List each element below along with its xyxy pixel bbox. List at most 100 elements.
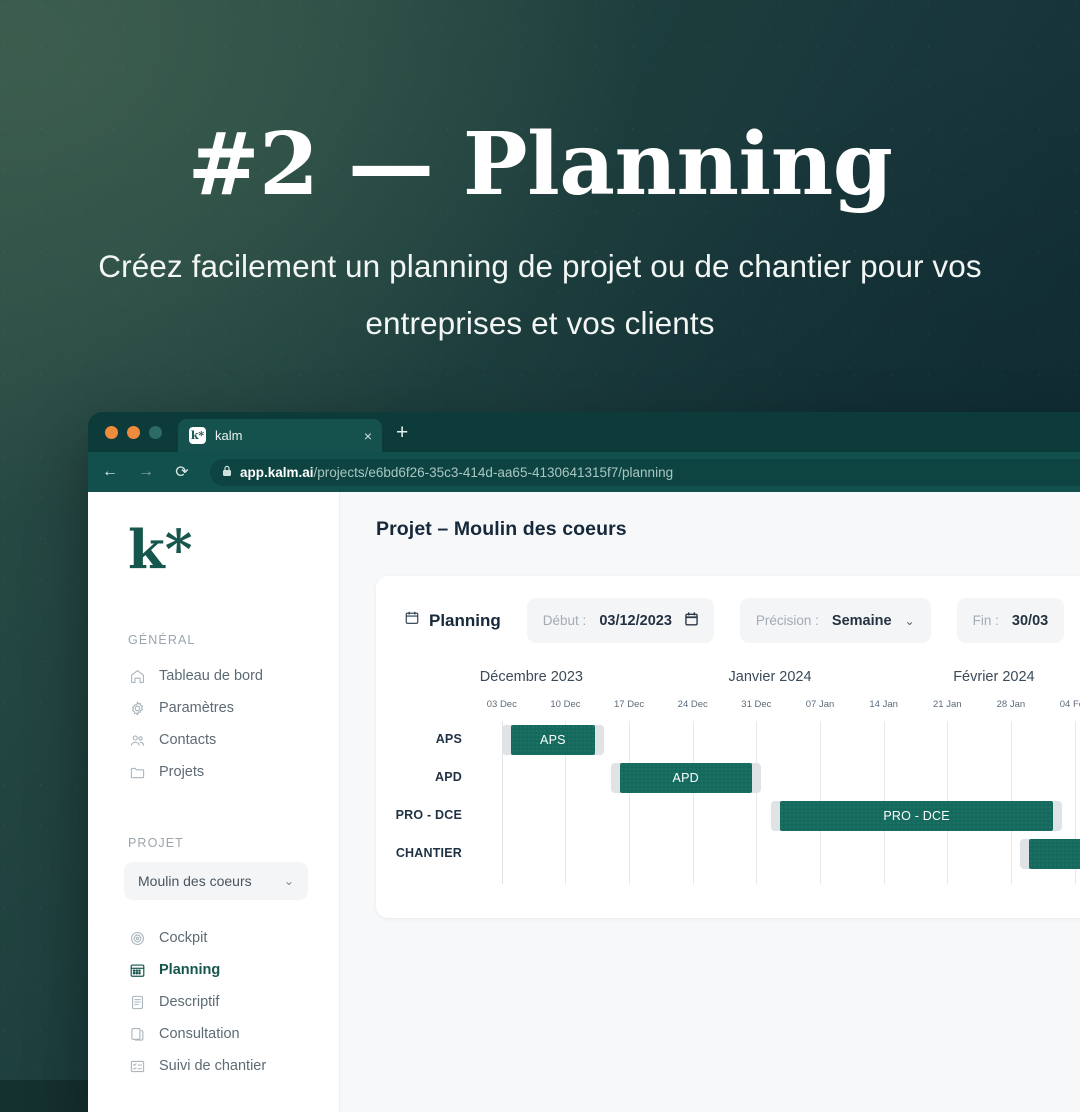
calendar-grid-icon: [128, 961, 146, 979]
planning-card: Planning Début : 03/12/2023 Précision: …: [376, 576, 1080, 918]
start-date-field[interactable]: Début : 03/12/2023: [526, 598, 714, 643]
sidebar-item-projets[interactable]: Projets: [88, 756, 339, 788]
forward-icon[interactable]: →: [136, 463, 156, 481]
sidebar-section-projet-label: PROJET: [128, 836, 184, 850]
page-subheadline: Créez facilement un planning de projet o…: [98, 248, 982, 341]
gantt-row-pro-dce: PRO - DCE PRO - DCE: [376, 797, 1080, 835]
gantt-tick: 04 Feb: [1059, 699, 1080, 710]
close-icon[interactable]: ×: [364, 429, 372, 443]
gantt-month-header: Décembre 2023 Janvier 2024 Février 2024: [376, 669, 1080, 693]
sidebar-item-consultation[interactable]: Consultation: [88, 1018, 339, 1050]
gantt-tick: 31 Dec: [741, 699, 772, 710]
sidebar-item-planning[interactable]: Planning: [88, 954, 339, 986]
sidebar-item-label: Consultation: [159, 1026, 240, 1042]
card-title: Planning: [404, 610, 501, 631]
sidebar-project-list: Cockpit Planning Descriptif Consultation…: [88, 922, 339, 1082]
gantt-bar[interactable]: PRO - DCE: [780, 801, 1053, 831]
checklist-icon: [128, 1057, 146, 1075]
url-text: app.kalm.ai/projects/e6bd6f26-35c3-414d-…: [240, 465, 673, 480]
gantt-row-chantier: CHANTIER: [376, 835, 1080, 873]
gantt-row-apd: APD APD: [376, 759, 1080, 797]
browser-tab-kalm[interactable]: k* kalm ×: [178, 419, 382, 452]
start-date-value: 03/12/2023: [599, 612, 672, 629]
gantt-rows: APS APS APD APD PRO - DCE PRO - DCE CHAN…: [376, 721, 1080, 884]
chevron-down-icon: ⌄: [283, 874, 294, 888]
gantt-row-label: APD: [435, 770, 462, 784]
gantt-bar-handle[interactable]: APD: [610, 763, 761, 793]
gantt-bar[interactable]: APD: [619, 763, 753, 793]
gantt-row-label: PRO - DCE: [395, 808, 462, 822]
gantt-row-label: CHANTIER: [395, 846, 462, 860]
favicon-icon: k*: [189, 427, 206, 444]
sidebar-item-label: Tableau de bord: [159, 668, 263, 684]
gantt-row-aps: APS APS: [376, 721, 1080, 759]
url-domain: app.kalm.ai: [240, 464, 314, 480]
gantt-bar-handle[interactable]: [1019, 839, 1080, 869]
sidebar-item-contacts[interactable]: Contacts: [88, 724, 339, 756]
sidebar-item-label: Planning: [159, 962, 221, 978]
url-path: /projects/e6bd6f26-35c3-414d-aa65-413064…: [313, 464, 674, 480]
page-title: Projet – Moulin des coeurs: [376, 518, 627, 540]
sidebar-item-descriptif[interactable]: Descriptif: [88, 986, 339, 1018]
sidebar-item-label: Contacts: [159, 732, 217, 748]
new-tab-button[interactable]: +: [396, 421, 408, 445]
gantt-bar[interactable]: APS: [510, 725, 596, 755]
gantt-tick: 07 Jan: [805, 699, 835, 710]
page-headline: #2 — Planning: [187, 114, 893, 215]
precision-value: Semaine: [831, 612, 892, 629]
maximize-window-button[interactable]: [149, 426, 162, 439]
gantt-week-header: 03 Dec 10 Dec 17 Dec 24 Dec 31 Dec 07 Ja…: [376, 693, 1080, 719]
gantt-tick: 24 Dec: [677, 699, 708, 710]
end-date-label: Fin :: [972, 613, 999, 628]
kalm-logo[interactable]: k*: [88, 518, 339, 577]
back-icon[interactable]: ←: [100, 463, 120, 481]
target-icon: [128, 929, 146, 947]
copy-icon: [128, 1025, 146, 1043]
gantt-tick: 03 Dec: [486, 699, 517, 710]
gantt-tick: 28 Jan: [996, 699, 1026, 710]
hero-section: #2 — Planning Créez facilement un planni…: [0, 0, 1080, 352]
sidebar-item-parametres[interactable]: Paramètres: [88, 692, 339, 724]
calendar-icon: [404, 610, 420, 631]
project-selector[interactable]: Moulin des coeurs ⌄: [124, 862, 308, 900]
end-date-value: 30/03: [1011, 612, 1049, 629]
minimize-window-button[interactable]: [127, 426, 140, 439]
home-icon: [128, 667, 146, 685]
sidebar-item-cockpit[interactable]: Cockpit: [88, 922, 339, 954]
gantt-tick: 21 Jan: [933, 699, 962, 710]
gantt-tick: 10 Dec: [550, 699, 581, 710]
end-date-field[interactable]: Fin : 30/03: [956, 598, 1065, 643]
lock-icon: [222, 465, 232, 480]
address-bar[interactable]: app.kalm.ai/projects/e6bd6f26-35c3-414d-…: [210, 458, 1080, 486]
sidebar-item-label: Descriptif: [159, 994, 220, 1010]
browser-window: k* kalm × + ← → ⟳ app.kalm.ai/projects/e…: [88, 412, 1080, 1112]
gantt-bar[interactable]: [1028, 839, 1080, 869]
app-viewport: k* GÉNÉRAL Tableau de bord Paramètres Co…: [88, 492, 1080, 1112]
sidebar-item-suivi-de-chantier[interactable]: Suivi de chantier: [88, 1050, 339, 1082]
gantt-chart: Décembre 2023 Janvier 2024 Février 2024 …: [376, 669, 1080, 884]
browser-toolbar: ← → ⟳ app.kalm.ai/projects/e6bd6f26-35c3…: [88, 452, 1080, 492]
document-icon: [128, 993, 146, 1011]
chevron-down-icon: ⌄: [904, 613, 915, 628]
gantt-bar-handle[interactable]: PRO - DCE: [771, 801, 1062, 831]
sidebar-general-list: Tableau de bord Paramètres Contacts Proj…: [88, 660, 339, 788]
project-selector-value: Moulin des coeurs: [138, 873, 252, 889]
card-title-label: Planning: [429, 610, 501, 630]
precision-label: Précision :: [755, 613, 819, 628]
main-content: Projet – Moulin des coeurs Planning Débu…: [340, 492, 1080, 1112]
gantt-month: Décembre 2023: [479, 669, 583, 685]
gantt-tick: 17 Dec: [614, 699, 645, 710]
gantt-bar-handle[interactable]: APS: [501, 725, 604, 755]
folder-icon: [128, 763, 146, 781]
precision-select[interactable]: Précision : Semaine ⌄: [739, 598, 931, 643]
gear-icon: [128, 699, 146, 717]
tab-title: kalm: [215, 428, 243, 443]
calendar-picker-icon[interactable]: [685, 612, 698, 629]
planning-toolbar: Planning Début : 03/12/2023 Précision: …: [376, 598, 1080, 643]
window-controls[interactable]: [88, 426, 162, 452]
sidebar-item-label: Cockpit: [159, 930, 208, 946]
reload-icon[interactable]: ⟳: [172, 462, 192, 482]
close-window-button[interactable]: [105, 426, 118, 439]
sidebar-item-tableau-de-bord[interactable]: Tableau de bord: [88, 660, 339, 692]
gantt-month: Janvier 2024: [728, 669, 812, 685]
